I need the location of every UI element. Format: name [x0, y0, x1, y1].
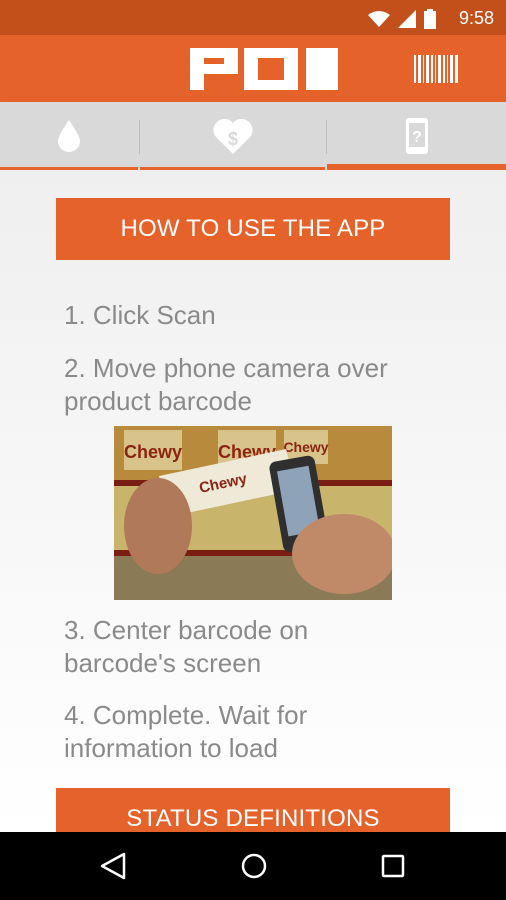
tab-drop[interactable]: [0, 102, 138, 170]
step-2-line1: 2. Move phone camera over: [64, 353, 388, 383]
status-bar: 9:58: [0, 0, 506, 35]
status-icons: [368, 9, 436, 29]
status-time: 9:58: [458, 8, 494, 28]
step-1-text: 1. Click Scan: [64, 300, 216, 330]
poi-logo: [190, 48, 338, 90]
home-icon[interactable]: [240, 852, 268, 880]
step-3-line2: barcode's screen: [64, 648, 262, 678]
step-2-line2: product barcode: [64, 386, 252, 416]
back-icon[interactable]: [100, 852, 126, 880]
battery-icon: [424, 9, 436, 29]
tab-donate[interactable]: $: [140, 102, 325, 170]
photo-label-1: Chewy: [124, 442, 182, 462]
wifi-icon: [368, 11, 390, 27]
scan-example-photo: Chewy Chewy Chewy Chewy: [114, 426, 392, 600]
recents-icon[interactable]: [381, 854, 405, 878]
svg-text:$: $: [227, 129, 237, 149]
help-content: HOW TO USE THE APP 1. Click Scan 2. Move…: [0, 170, 506, 832]
step-4: 4. Complete. Wait for information to loa…: [64, 699, 444, 765]
barcode-scan-icon[interactable]: [414, 55, 458, 83]
step-2: 2. Move phone camera over product barcod…: [64, 352, 444, 418]
step-3: 3. Center barcode on barcode's screen: [64, 614, 444, 680]
tab-help[interactable]: ?: [327, 102, 506, 170]
drop-icon: [58, 120, 80, 152]
step-4-line1: 4. Complete. Wait for: [64, 700, 308, 730]
step-4-line2: information to load: [64, 733, 278, 763]
status-definitions-button[interactable]: STATUS DEFINITIONS: [56, 788, 450, 832]
svg-text:?: ?: [412, 129, 422, 146]
system-nav-bar: [0, 832, 506, 900]
how-to-use-button[interactable]: HOW TO USE THE APP: [56, 198, 450, 260]
photo-label-3: Chewy: [283, 439, 328, 455]
tab-bar: $ ?: [0, 102, 506, 170]
heart-dollar-icon: $: [212, 118, 253, 154]
phone-help-icon: ?: [405, 118, 428, 154]
step-1: 1. Click Scan: [64, 299, 444, 332]
cell-signal-icon: [398, 10, 416, 28]
app-bar: [0, 35, 506, 102]
step-3-line1: 3. Center barcode on: [64, 615, 309, 645]
